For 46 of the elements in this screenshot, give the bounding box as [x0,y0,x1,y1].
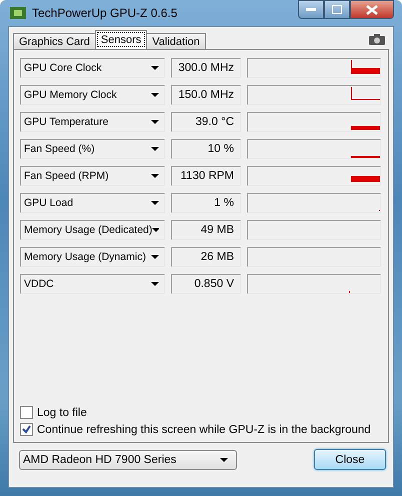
sensor-reading: 26 MB [171,247,241,267]
close-icon [366,4,378,14]
sensor-reading: 150.0 MHz [171,85,241,105]
sensor-reading: 49 MB [171,220,241,240]
caret-icon [151,255,159,259]
sensor-dropdown[interactable]: Fan Speed (RPM) [20,166,165,186]
checkbox-label: Log to file [37,406,87,418]
close-dialog-button[interactable]: Close [314,449,386,470]
sensor-dropdown[interactable]: GPU Memory Clock [20,85,165,105]
caret-icon [151,201,159,205]
sensor-dropdown[interactable]: Memory Usage (Dynamic) [20,247,165,267]
sensor-reading: 1 % [171,193,241,213]
sensor-dropdown[interactable]: Memory Usage (Dedicated) [20,220,165,240]
caret-icon [151,120,159,124]
sensor-dropdown[interactable]: GPU Temperature [20,112,165,132]
caret-icon [151,282,159,286]
sensor-dropdown[interactable]: GPU Load [20,193,165,213]
sensor-dropdown[interactable]: VDDC [20,274,165,294]
sensor-reading: 0.850 V [171,274,241,294]
sensor-dropdown[interactable]: GPU Core Clock [20,58,165,78]
caret-icon [152,228,159,232]
tab[interactable]: Sensors [94,30,148,49]
caret-icon [151,93,159,97]
caret-icon [151,174,159,178]
caret-icon [220,458,228,462]
maximize-button[interactable] [324,0,350,19]
sensor-dropdown[interactable]: Fan Speed (%) [20,139,165,159]
checkbox-label: Continue refreshing this screen while GPU-Z is in the background [37,424,371,436]
checkbox[interactable] [20,423,33,436]
close-button[interactable] [350,0,394,19]
window-title: TechPowerUp GPU-Z 0.6.5 [32,6,178,20]
tab[interactable]: Graphics Card [13,33,96,49]
sensor-reading: 39.0 °C [171,112,241,132]
tab[interactable]: Validation [146,33,206,49]
checkbox[interactable] [20,406,33,419]
sensor-reading: 300.0 MHz [171,58,241,78]
camera-icon[interactable] [369,34,385,45]
card-dropdown[interactable]: AMD Radeon HD 7900 Series [19,450,237,470]
minimize-button[interactable] [298,0,324,19]
chip-icon [10,6,26,20]
maximize-icon [332,5,342,14]
sensor-reading: 1130 RPM [171,166,241,186]
sensor-reading: 10 % [171,139,241,159]
caret-icon [151,147,159,151]
caret-icon [151,66,159,70]
minimize-icon [306,8,316,12]
